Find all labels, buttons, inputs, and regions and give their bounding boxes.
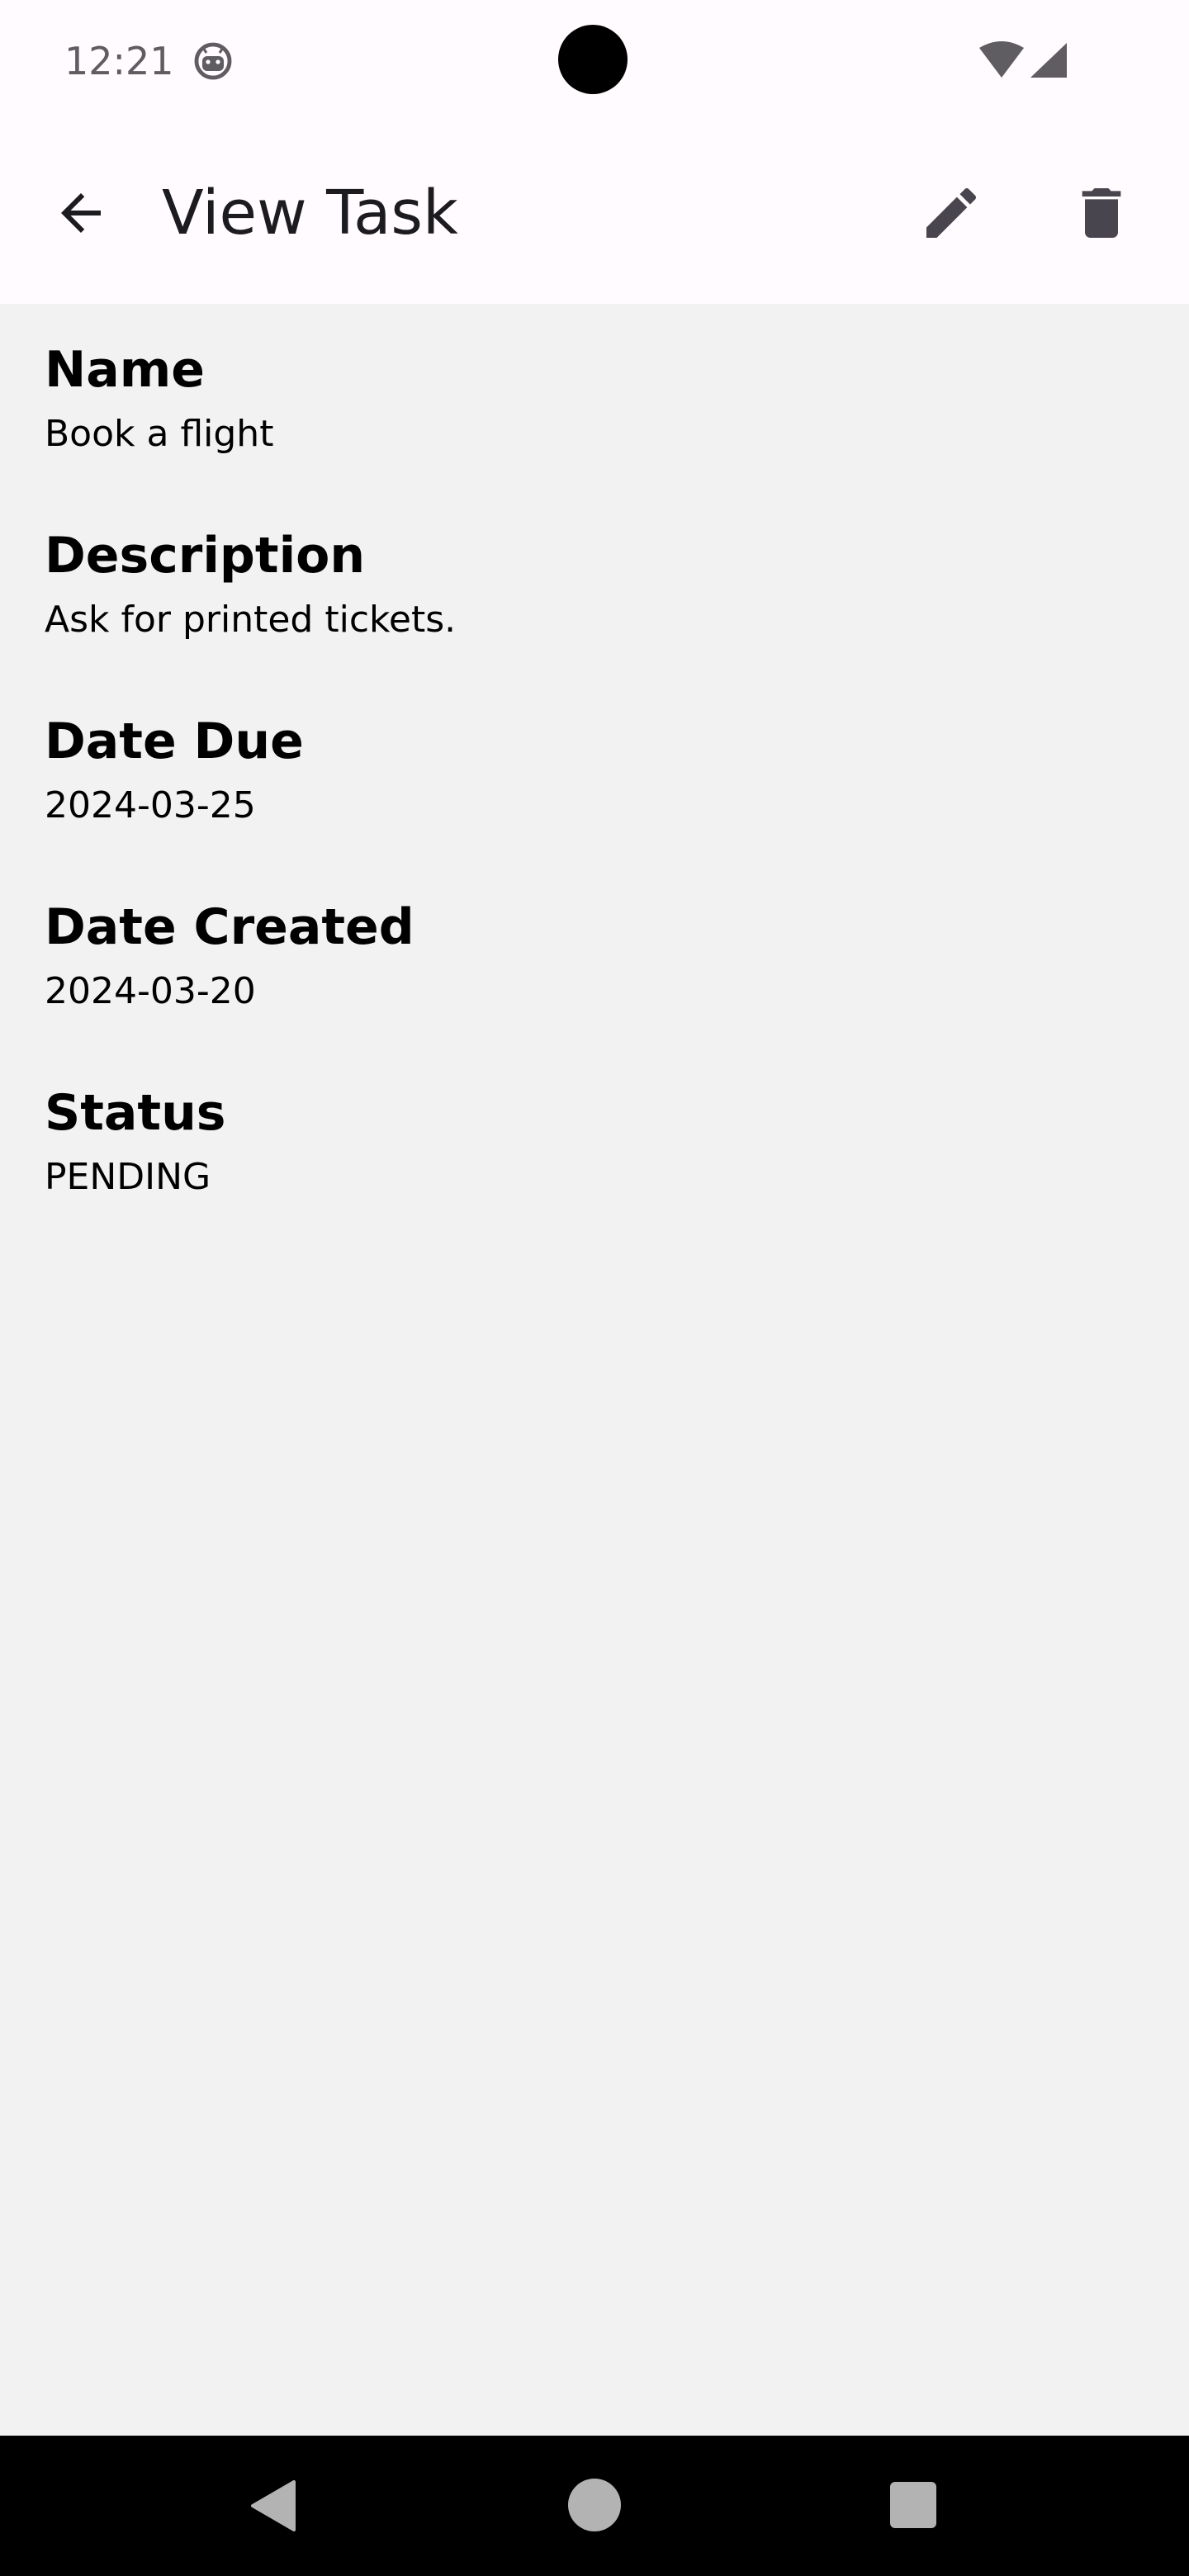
edit-button[interactable] <box>912 173 991 253</box>
nav-recents-icon[interactable] <box>890 2482 936 2528</box>
pencil-icon <box>926 187 977 238</box>
cell-signal-icon <box>1030 43 1067 78</box>
date-created-value: 2024-03-20 <box>45 970 256 1012</box>
date-due-label: Date Due <box>45 713 304 770</box>
date-due-field: Date Due 2024-03-25 <box>45 710 1118 831</box>
description-value: Ask for printed tickets. <box>45 599 457 641</box>
name-label: Name <box>45 341 205 399</box>
name-value: Book a flight <box>45 413 274 455</box>
system-navigation-bar <box>0 2436 1189 2576</box>
date-due-value: 2024-03-25 <box>45 784 256 826</box>
nav-home-icon[interactable] <box>568 2479 621 2531</box>
top-app-bar: View Task <box>0 122 1189 304</box>
nav-back-icon[interactable] <box>248 2479 302 2533</box>
status-bar: 12:21 <box>0 0 1189 122</box>
status-field: Status PENDING <box>45 1082 1118 1202</box>
description-field: Description Ask for printed tickets. <box>45 524 1118 645</box>
android-face-icon <box>194 42 232 80</box>
page-title: View Task <box>162 178 458 249</box>
back-button[interactable] <box>41 173 121 253</box>
status-value: PENDING <box>45 1156 211 1198</box>
delete-button[interactable] <box>1062 173 1141 253</box>
trash-icon <box>1082 188 1121 238</box>
arrow-back-icon <box>61 193 101 233</box>
description-label: Description <box>45 527 366 585</box>
wifi-icon <box>979 41 1024 78</box>
camera-cutout <box>558 25 628 94</box>
status-label: Status <box>45 1084 226 1142</box>
date-created-field: Date Created 2024-03-20 <box>45 896 1118 1016</box>
date-created-label: Date Created <box>45 898 414 956</box>
status-time: 12:21 <box>64 39 174 83</box>
name-field: Name Book a flight <box>45 339 1118 459</box>
task-details: Name Book a flight Description Ask for p… <box>0 304 1189 2436</box>
